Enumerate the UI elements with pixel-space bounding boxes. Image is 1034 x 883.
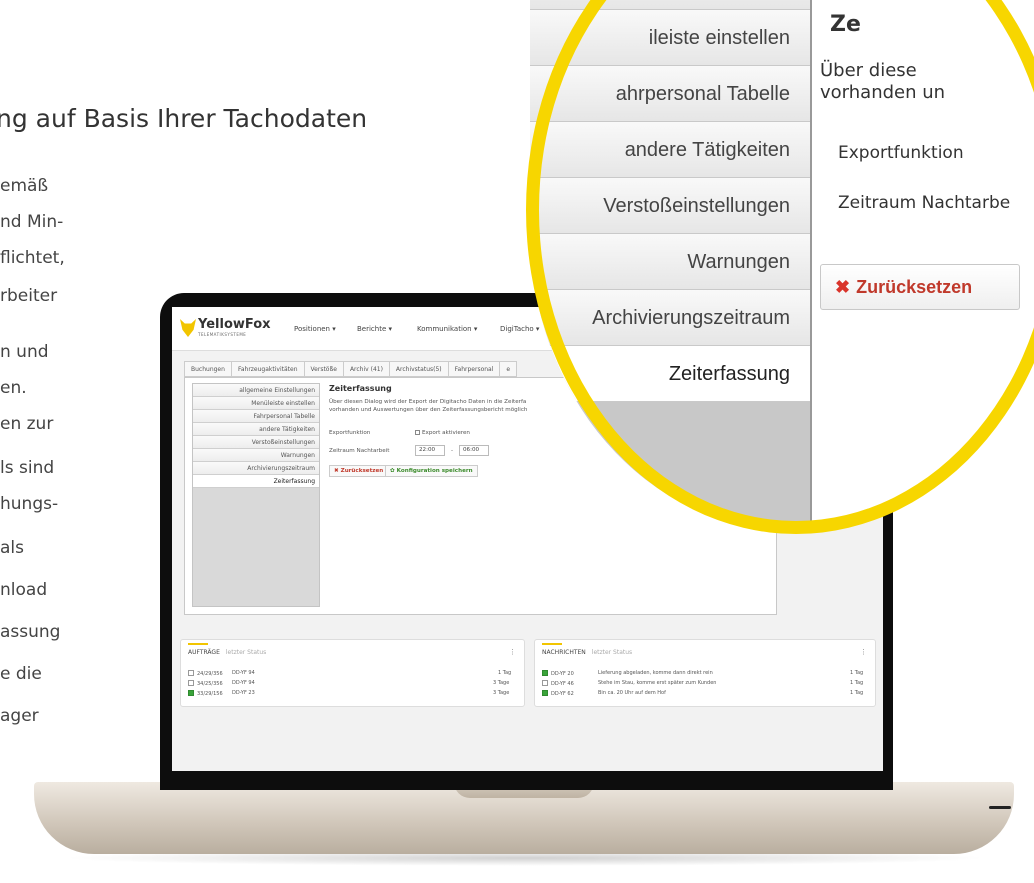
- message-text: Bin ca. 20 Uhr auf dem Hof: [598, 690, 666, 696]
- reset-button[interactable]: ✖ Zurücksetzen: [329, 465, 389, 477]
- card-accent-bar: [188, 643, 208, 645]
- export-label: Exportfunktion: [329, 430, 371, 436]
- orders-card-header: AUFTRÄGE letzter Status: [188, 643, 267, 656]
- duration: 1 Tag: [498, 670, 512, 676]
- kebab-menu-icon[interactable]: ⋮: [860, 648, 867, 656]
- save-config-button[interactable]: ✿ Konfiguration speichern: [385, 465, 478, 477]
- brand-name: YellowFox: [198, 317, 271, 332]
- sidebar-item-verstosseinstellungen[interactable]: Verstoßeinstellungen: [193, 436, 319, 449]
- marketing-heading: ng auf Basis Ihrer Tachodaten: [0, 104, 368, 133]
- nav-berichte[interactable]: Berichte ▾: [357, 325, 392, 333]
- order-id: 34/25/356: [197, 681, 223, 687]
- laptop-edge-mark: [989, 806, 1011, 809]
- messages-subtitle: letzter Status: [591, 649, 633, 656]
- sidebar-item-archivierungszeitraum[interactable]: Archivierungszeitraum: [193, 462, 319, 475]
- messages-card-header: NACHRICHTEN letzter Status: [542, 643, 633, 656]
- nav-positionen[interactable]: Positionen ▾: [294, 325, 336, 333]
- marketing-line: ager: [0, 706, 39, 726]
- list-item[interactable]: DD-YF 62 Bin ca. 20 Uhr auf dem Hof 1 Ta…: [542, 690, 870, 697]
- settings-sidebar: allgemeine Einstellungen Menüleiste eins…: [192, 383, 320, 607]
- tab-bar: Buchungen Fahrzeugaktivitäten Verstöße A…: [184, 361, 518, 377]
- sidebar-item-allgemeine-einstellungen[interactable]: allgemeine Einstellungen: [193, 384, 319, 397]
- marketing-line: hungs-: [0, 494, 59, 514]
- kebab-menu-icon[interactable]: ⋮: [509, 648, 516, 656]
- marketing-line: ls sind: [0, 458, 55, 478]
- night-separator: -: [451, 448, 454, 454]
- sidebar-item-menueleiste[interactable]: Menüleiste einstellen: [193, 397, 319, 410]
- message-text: Lieferung abgeladen, komme dann direkt r…: [598, 670, 713, 676]
- vehicle: DD-YF 20: [551, 671, 574, 677]
- sidebar-item-warnungen[interactable]: Warnungen: [193, 449, 319, 462]
- vehicle: DD-YF 94: [232, 680, 255, 686]
- order-id: 24/29/356: [197, 671, 223, 677]
- tab-verstoesse[interactable]: Verstöße: [303, 361, 343, 377]
- tab-fahrpersonal[interactable]: Fahrpersonal: [447, 361, 500, 377]
- card-accent-bar: [542, 643, 562, 645]
- marketing-line: assung: [0, 622, 61, 642]
- marketing-line: emäß: [0, 176, 49, 196]
- marketing-line: nload: [0, 580, 48, 600]
- brand-tagline: TELEMATIKSYSTEME: [198, 332, 247, 337]
- tab-archivstatus[interactable]: Archivstatus(5): [388, 361, 448, 377]
- messages-card: NACHRICHTEN letzter Status ⋮ DD-YF 20 Lie…: [534, 639, 876, 707]
- status-icon: [188, 680, 194, 686]
- sidebar-item-zeiterfassung[interactable]: Zeiterfassung: [193, 475, 319, 488]
- message-text: Stehe im Stau, komme erst später zum Kun…: [598, 680, 717, 686]
- duration: 1 Tag: [850, 670, 864, 676]
- duration: 1 Tag: [850, 690, 864, 696]
- duration: 1 Tag: [850, 680, 864, 686]
- tab-buchungen[interactable]: Buchungen: [184, 361, 231, 377]
- sidebar-item-andere-taetigkeiten[interactable]: andere Tätigkeiten: [193, 423, 319, 436]
- status-icon: [542, 690, 548, 696]
- fox-logo-icon: [180, 319, 196, 337]
- sidebar-item-fahrpersonal-tabelle[interactable]: Fahrpersonal Tabelle: [193, 410, 319, 423]
- export-checkbox-row[interactable]: Export aktivieren: [415, 430, 470, 436]
- export-checkbox-label: Export aktivieren: [422, 430, 470, 436]
- table-row[interactable]: 24/29/356 DD-YF 94 1 Tag: [188, 670, 518, 677]
- list-item[interactable]: DD-YF 20 Lieferung abgeladen, komme dann…: [542, 670, 870, 677]
- list-item[interactable]: DD-YF 46 Stehe im Stau, komme erst späte…: [542, 680, 870, 687]
- marketing-line: n und: [0, 342, 49, 362]
- table-row[interactable]: 33/29/156 DD-YF 23 3 Tage: [188, 690, 518, 697]
- tab-einstellungen[interactable]: e: [499, 361, 518, 377]
- marketing-line: e die: [0, 664, 42, 684]
- status-icon: [542, 670, 548, 676]
- marketing-line: en zur: [0, 414, 54, 434]
- vehicle: DD-YF 62: [551, 691, 574, 697]
- duration: 3 Tage: [493, 690, 510, 696]
- orders-card: AUFTRÄGE letzter Status ⋮ 24/29/356 DD-YF…: [180, 639, 525, 707]
- marketing-line: rbeiter: [0, 286, 58, 306]
- night-from-input[interactable]: 22:00: [415, 445, 445, 456]
- table-row[interactable]: 34/25/356 DD-YF 94 3 Tage: [188, 680, 518, 687]
- vehicle: DD-YF 46: [551, 681, 574, 687]
- status-icon: [542, 680, 548, 686]
- nav-kommunikation[interactable]: Kommunikation ▾: [417, 325, 477, 333]
- marketing-line: en.: [0, 378, 27, 398]
- vehicle: DD-YF 23: [232, 690, 255, 696]
- status-icon: [188, 690, 194, 696]
- marketing-line: flichtet,: [0, 248, 65, 268]
- status-icon: [188, 670, 194, 676]
- tab-fahrzeugaktivitaeten[interactable]: Fahrzeugaktivitäten: [230, 361, 304, 377]
- tab-archiv[interactable]: Archiv (41): [342, 361, 389, 377]
- checkbox-icon[interactable]: [415, 430, 420, 435]
- order-id: 33/29/156: [197, 691, 223, 697]
- vehicle: DD-YF 94: [232, 670, 255, 676]
- duration: 3 Tage: [493, 680, 510, 686]
- orders-title: AUFTRÄGE: [188, 649, 220, 656]
- laptop-base: [34, 782, 1014, 854]
- messages-title: NACHRICHTEN: [542, 649, 586, 656]
- night-to-input[interactable]: 06:00: [459, 445, 489, 456]
- orders-subtitle: letzter Status: [225, 649, 267, 656]
- marketing-line: als: [0, 538, 24, 558]
- marketing-line: nd Min-: [0, 212, 64, 232]
- night-label: Zeitraum Nachtarbeit: [329, 448, 390, 454]
